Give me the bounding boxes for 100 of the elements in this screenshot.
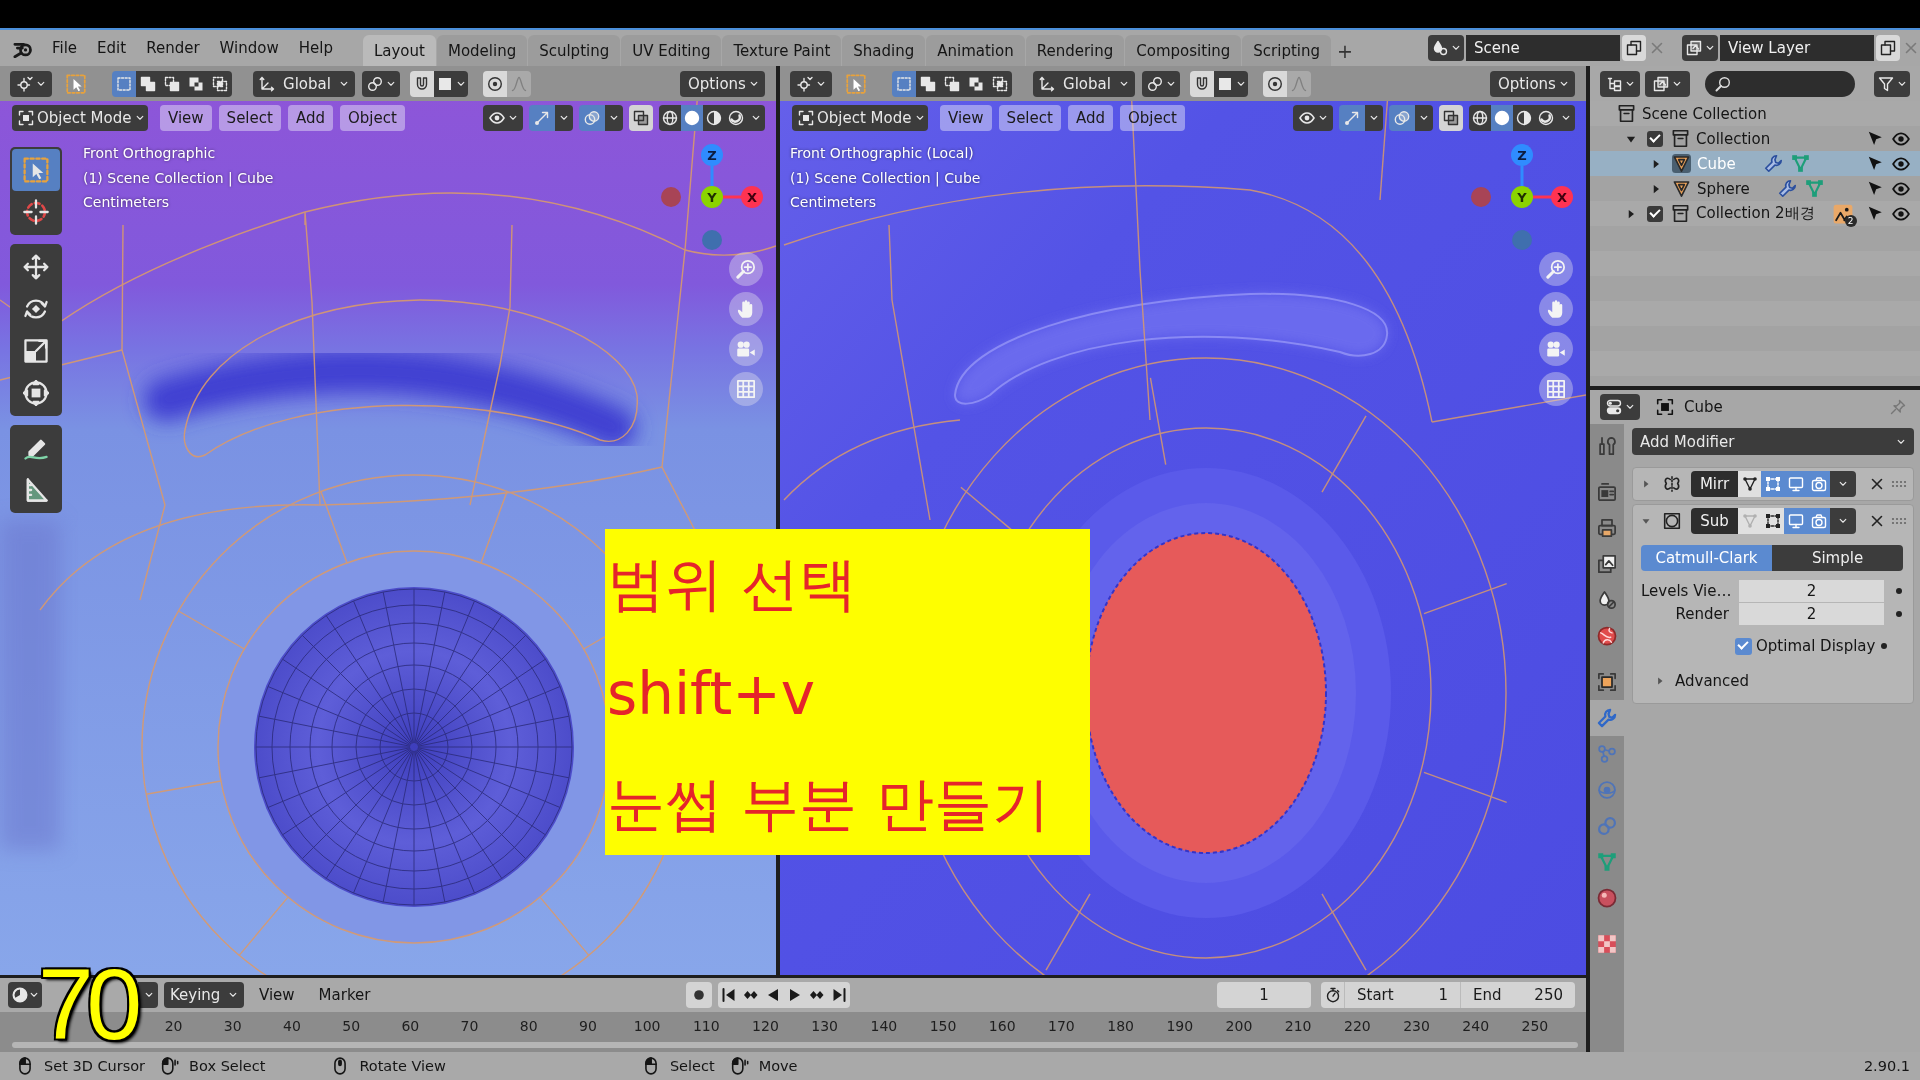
number-field[interactable]: 2 [1739, 603, 1884, 625]
axis-handle[interactable] [1512, 230, 1532, 250]
pivot-dropdown[interactable] [362, 70, 400, 97]
menu-item[interactable]: Add [1067, 104, 1113, 131]
zoom-button[interactable] [729, 252, 763, 286]
workspace-tab[interactable]: Shading [842, 35, 926, 66]
expand-arrow-icon[interactable] [1641, 479, 1651, 489]
editor-type-button[interactable] [1600, 394, 1640, 420]
keyframe-dot-icon[interactable] [1895, 588, 1902, 594]
proportional-edit-toggle[interactable] [1263, 70, 1287, 97]
expand-arrow-icon[interactable] [1641, 516, 1651, 526]
jump-end-button[interactable] [827, 982, 850, 1008]
shading-button[interactable] [659, 104, 681, 131]
end-frame-field[interactable]: End 250 [1460, 982, 1575, 1008]
overlays-toggle[interactable] [579, 104, 605, 131]
view-layer-dropdown[interactable] [1645, 70, 1690, 97]
outliner-row[interactable]: Collection 2배경 2 [1590, 201, 1920, 226]
checkbox[interactable] [1647, 205, 1663, 222]
options-dropdown[interactable]: Options [1490, 70, 1575, 97]
visibility-dropdown[interactable] [1293, 104, 1333, 131]
workspace-tab[interactable]: Modeling [436, 35, 528, 66]
axis-handle[interactable]: Y [1511, 186, 1533, 208]
menu-item[interactable]: Render [136, 34, 210, 62]
modifier-toggle-button[interactable] [1807, 508, 1830, 534]
filter-dropdown[interactable] [1874, 70, 1910, 97]
menu-item[interactable]: View [250, 982, 304, 1008]
xray-toggle[interactable] [629, 104, 653, 131]
image-icon[interactable] [1832, 203, 1853, 224]
menu-item[interactable]: Select [998, 104, 1061, 131]
gizmo-toggle[interactable] [1339, 104, 1365, 131]
modifier-toggle-button[interactable] [1761, 508, 1784, 534]
modifier-menu-dropdown[interactable] [1830, 471, 1856, 497]
menu-item[interactable]: Help [288, 34, 343, 62]
shading-button[interactable] [1469, 104, 1491, 131]
shading-button[interactable] [1491, 104, 1513, 131]
snap-target-dropdown[interactable] [1214, 70, 1248, 97]
preview-range-button[interactable] [1321, 982, 1345, 1008]
shading-button[interactable] [703, 104, 725, 131]
scene-name-field[interactable]: Scene [1466, 35, 1620, 61]
start-frame-field[interactable]: Start 1 [1345, 982, 1460, 1008]
modifier-name-field[interactable]: Sub [1691, 508, 1738, 534]
checkbox[interactable] [1647, 130, 1663, 147]
select-mode-button[interactable] [916, 70, 940, 97]
axis-handle[interactable] [661, 187, 681, 207]
shading-button[interactable] [681, 104, 703, 131]
pan-button[interactable] [1539, 292, 1573, 326]
menu-item[interactable]: Object [1119, 104, 1185, 131]
xray-toggle[interactable] [1439, 104, 1463, 131]
snap-toggle[interactable] [410, 70, 434, 97]
modifier-name-field[interactable]: Mirr [1691, 471, 1738, 497]
workspace-tab[interactable]: UV Editing [621, 35, 722, 66]
menu-item[interactable]: View [940, 104, 992, 131]
menu-item[interactable]: Window [209, 34, 289, 62]
shading-button[interactable] [1513, 104, 1535, 131]
scene-browse-button[interactable] [1428, 35, 1464, 61]
menu-item[interactable]: File [42, 34, 88, 62]
menu-item[interactable]: Object [339, 104, 405, 131]
select-mode-button[interactable] [988, 70, 1012, 97]
add-workspace-button[interactable]: + [1332, 35, 1359, 66]
workspace-tab[interactable]: Layout [362, 35, 436, 66]
checkbox-label[interactable]: Optimal Display [1756, 637, 1876, 655]
gizmo-dropdown[interactable] [555, 104, 573, 131]
editor-type-button[interactable] [8, 982, 42, 1008]
orientation-dropdown[interactable]: Global [1033, 70, 1135, 97]
shading-dropdown[interactable] [747, 104, 765, 131]
orientation-dropdown[interactable]: Global [253, 70, 355, 97]
keying-dropdown[interactable]: Keying [164, 982, 244, 1008]
menu-item[interactable]: Add [287, 104, 333, 131]
axis-handle[interactable] [702, 230, 722, 250]
workspace-tab[interactable]: Texture Paint [722, 35, 842, 66]
mode-dropdown[interactable]: Object Mode [792, 104, 928, 131]
add-modifier-dropdown[interactable]: Add Modifier [1632, 428, 1914, 455]
visibility-dropdown[interactable] [483, 104, 523, 131]
select-mode-button[interactable] [136, 70, 160, 97]
menu-item[interactable]: Select [218, 104, 281, 131]
axis-handle[interactable]: Y [701, 186, 723, 208]
proportional-edit-toggle[interactable] [483, 70, 507, 97]
keyframe-dot-icon[interactable] [1881, 643, 1887, 649]
checkbox[interactable] [1735, 637, 1752, 655]
pan-button[interactable] [729, 292, 763, 326]
outliner-row[interactable]: Sphere [1590, 176, 1920, 201]
timeline-dropdown[interactable] [138, 982, 158, 1008]
camera-view-button[interactable] [1539, 332, 1573, 366]
overlays-dropdown[interactable] [1415, 104, 1433, 131]
modifier-toggle-button[interactable] [1761, 471, 1784, 497]
camera-view-button[interactable] [729, 332, 763, 366]
keyframe-dot-icon[interactable] [1895, 611, 1902, 617]
new-view-layer-button[interactable] [1876, 35, 1900, 61]
modifier-toggle-button[interactable] [1807, 471, 1830, 497]
wrench-icon[interactable] [1763, 154, 1783, 173]
editor-type-button[interactable] [790, 70, 832, 97]
select-mode-button[interactable] [208, 70, 232, 97]
pivot-dropdown[interactable] [1142, 70, 1180, 97]
mode-dropdown[interactable]: Object Mode [12, 104, 148, 131]
overlays-toggle[interactable] [1389, 104, 1415, 131]
outliner-row[interactable]: Collection [1590, 126, 1920, 151]
subpanel-header[interactable]: Advanced [1641, 669, 1750, 693]
snap-toggle[interactable] [1190, 70, 1214, 97]
number-field[interactable]: 2 [1739, 580, 1884, 602]
search-field[interactable] [1705, 70, 1855, 97]
